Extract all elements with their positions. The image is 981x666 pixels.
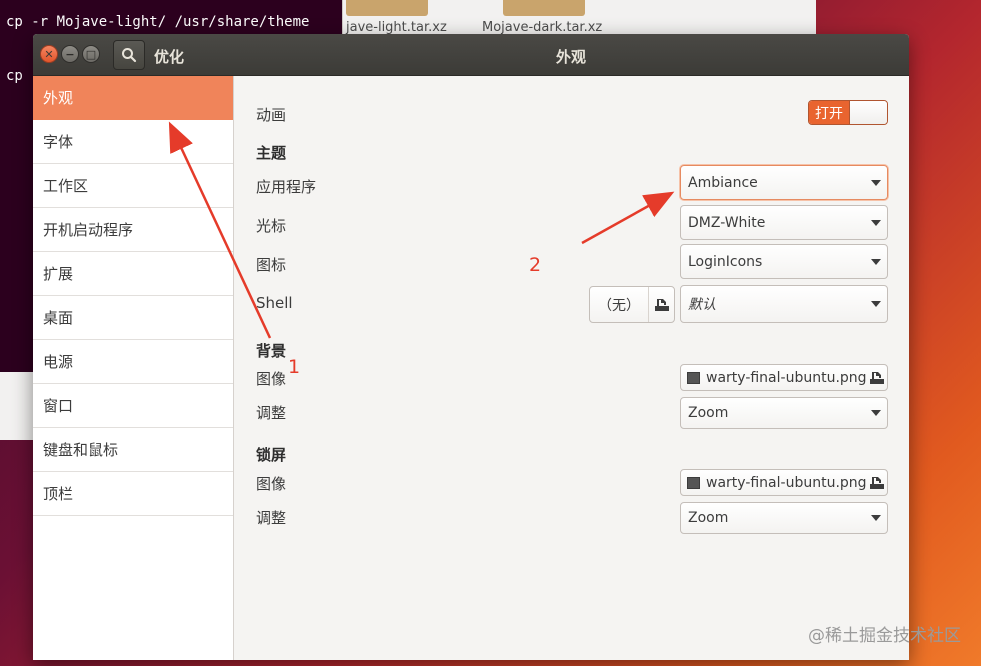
chevron-down-icon: [865, 219, 887, 226]
animation-switch[interactable]: 打开: [808, 100, 888, 125]
shell-theme-file-chooser[interactable]: （无）: [589, 286, 675, 323]
background-image-value: warty-final-ubuntu.png: [706, 369, 867, 386]
annotation-number-2: 2: [529, 254, 542, 276]
background-adjust-value: Zoom: [688, 405, 729, 421]
shell-theme-label: Shell: [256, 294, 293, 312]
application-theme-value: Ambiance: [688, 174, 758, 191]
image-file-icon: [687, 371, 700, 384]
document-open-icon: [648, 287, 674, 322]
document-open-icon: [867, 369, 887, 387]
sidebar-item-desktop[interactable]: 桌面: [33, 296, 233, 340]
chevron-down-icon: [865, 258, 887, 265]
close-button[interactable]: ✕: [40, 45, 58, 63]
archive-thumbnail-icon[interactable]: [346, 0, 428, 16]
background-adjust-dropdown[interactable]: Zoom: [680, 397, 888, 429]
sidebar-item-windows[interactable]: 窗口: [33, 384, 233, 428]
watermark-text: @稀土掘金技术社区: [808, 626, 961, 646]
lockscreen-image-value: warty-final-ubuntu.png: [706, 474, 867, 491]
sidebar-item-keyboard-mouse[interactable]: 键盘和鼠标: [33, 428, 233, 472]
file-name-dark[interactable]: Mojave-dark.tar.xz: [482, 20, 602, 35]
lockscreen-section-heading: 锁屏: [256, 446, 287, 464]
minimize-button[interactable]: −: [61, 45, 79, 63]
sidebar-item-startup-applications[interactable]: 开机启动程序: [33, 208, 233, 252]
file-name-light[interactable]: jave-light.tar.xz: [346, 20, 447, 35]
archive-thumbnail-icon[interactable]: [503, 0, 585, 16]
shell-theme-value: 默认: [688, 297, 716, 313]
background-adjust-label: 调整: [256, 404, 287, 422]
sidebar-item-workspaces[interactable]: 工作区: [33, 164, 233, 208]
sidebar-item-power[interactable]: 电源: [33, 340, 233, 384]
background-image-chooser[interactable]: warty-final-ubuntu.png: [680, 364, 888, 391]
cursor-theme-label: 光标: [256, 217, 287, 235]
sidebar-item-fonts[interactable]: 字体: [33, 120, 233, 164]
cursor-theme-dropdown[interactable]: DMZ-White: [680, 205, 888, 240]
image-file-icon: [687, 476, 700, 489]
chevron-down-icon: [865, 179, 887, 186]
icon-theme-value: LoginIcons: [688, 253, 763, 270]
lockscreen-image-chooser[interactable]: warty-final-ubuntu.png: [680, 469, 888, 496]
sidebar-item-top-bar[interactable]: 顶栏: [33, 472, 233, 516]
window-controls: ✕ − □: [40, 45, 100, 63]
chevron-down-icon: [865, 515, 887, 521]
title-bar[interactable]: ✕ − □ 优化 外观: [33, 34, 909, 76]
shell-file-value: （无）: [598, 297, 640, 314]
sidebar-item-appearance[interactable]: 外观: [33, 76, 233, 120]
theme-section-heading: 主题: [256, 144, 287, 162]
switch-on-label: 打开: [809, 101, 849, 124]
chevron-down-icon: [865, 410, 887, 416]
terminal-line-1: cp -r Mojave-light/ /usr/share/theme: [6, 14, 310, 30]
shell-theme-dropdown[interactable]: 默认: [680, 285, 888, 323]
page-title: 外观: [555, 48, 586, 66]
icon-theme-label: 图标: [256, 256, 287, 274]
switch-knob[interactable]: [849, 101, 887, 124]
lockscreen-image-label: 图像: [256, 475, 287, 493]
icon-theme-dropdown[interactable]: LoginIcons: [680, 244, 888, 279]
search-button[interactable]: [113, 40, 145, 70]
search-icon: [122, 48, 137, 63]
background-image-label: 图像: [256, 370, 287, 388]
chevron-down-icon: [865, 301, 887, 307]
background-section-heading: 背景: [256, 342, 287, 360]
appearance-panel: 动画 打开 主题 应用程序 Ambiance 光标 DMZ-White 图标 L…: [234, 76, 909, 660]
maximize-button[interactable]: □: [82, 45, 100, 63]
annotation-number-1: 1: [288, 356, 301, 378]
animation-label: 动画: [256, 106, 287, 124]
application-theme-dropdown[interactable]: Ambiance: [680, 165, 888, 200]
tweaks-window: ✕ − □ 优化 外观 外观 字体 工作区 开机启动程序 扩展 桌面 电源 窗口…: [33, 34, 909, 660]
sidebar-item-extensions[interactable]: 扩展: [33, 252, 233, 296]
sidebar: 外观 字体 工作区 开机启动程序 扩展 桌面 电源 窗口 键盘和鼠标 顶栏: [33, 76, 234, 660]
lockscreen-adjust-dropdown[interactable]: Zoom: [680, 502, 888, 534]
app-title: 优化: [154, 48, 185, 66]
application-theme-label: 应用程序: [256, 178, 317, 196]
lockscreen-adjust-label: 调整: [256, 509, 287, 527]
cursor-theme-value: DMZ-White: [688, 214, 766, 231]
lockscreen-adjust-value: Zoom: [688, 510, 729, 526]
document-open-icon: [867, 474, 887, 492]
